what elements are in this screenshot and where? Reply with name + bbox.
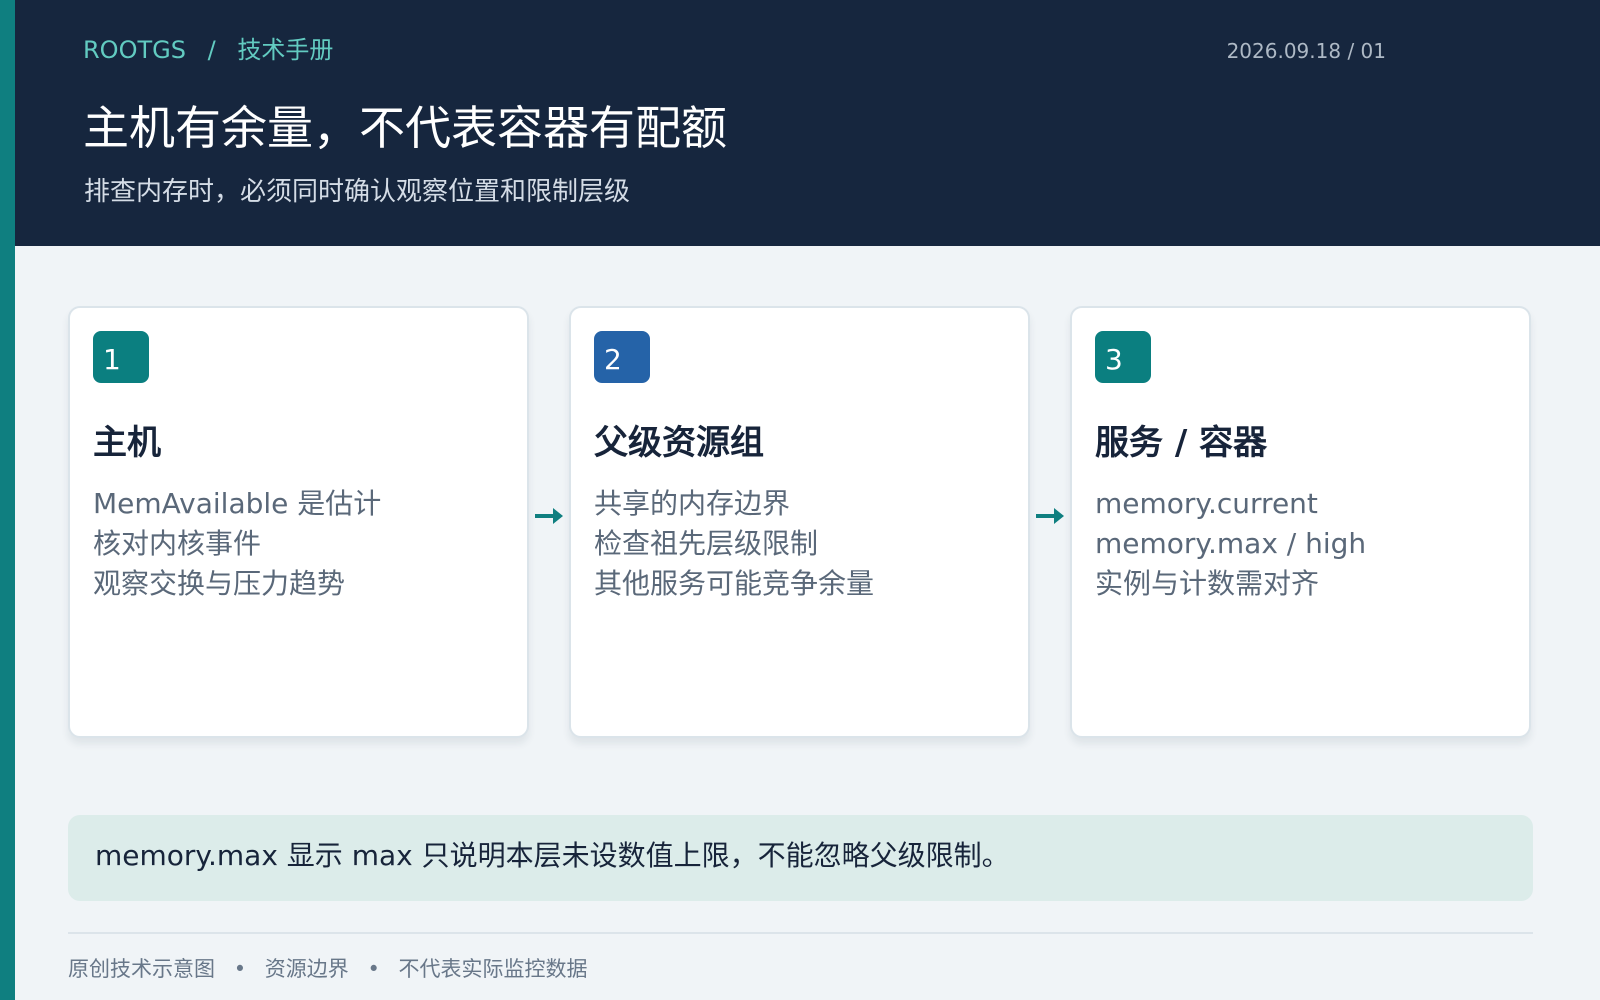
step-badge: 1 — [93, 331, 149, 383]
arrow-right-icon — [1036, 508, 1064, 524]
card-title: 服务 / 容器 — [1095, 423, 1268, 463]
diagram-page: ROOTGS / 技术手册 2026.09.18 / 01 主机有余量，不代表容… — [0, 0, 1600, 1000]
parent-resource-group-card: 2 父级资源组 共享的内存边界 检查祖先层级限制 其他服务可能竞争余量 — [569, 306, 1030, 738]
card-detail-line: 观察交换与压力趋势 — [93, 567, 346, 600]
card-detail-line: 共享的内存边界 — [594, 487, 791, 520]
footer-item: 不代表实际监控数据 — [398, 957, 588, 981]
left-accent-bar — [0, 0, 15, 1000]
card-detail-line: 实例与计数需对齐 — [1095, 567, 1320, 600]
card-detail-list: 共享的内存边界 检查祖先层级限制 其他服务可能竞争余量 — [594, 484, 874, 604]
step-badge: 3 — [1095, 331, 1151, 383]
header-band: ROOTGS / 技术手册 2026.09.18 / 01 主机有余量，不代表容… — [15, 0, 1600, 246]
step-badge: 2 — [594, 331, 650, 383]
card-detail-line: MemAvailable 是估计 — [93, 487, 382, 520]
card-detail-list: memory.current memory.max / high 实例与计数需对… — [1095, 484, 1366, 604]
card-detail-line: memory.max / high — [1095, 527, 1367, 560]
footer-item: 原创技术示意图 — [68, 957, 215, 981]
footer-divider — [68, 932, 1533, 934]
footer-item: 资源边界 — [264, 957, 349, 981]
card-detail-list: MemAvailable 是估计 核对内核事件 观察交换与压力趋势 — [93, 484, 381, 604]
card-detail-line: 核对内核事件 — [93, 527, 262, 560]
breadcrumb-separator: / — [207, 36, 216, 64]
breadcrumb: ROOTGS / 技术手册 — [83, 34, 333, 66]
page-title: 主机有余量，不代表容器有配额 — [83, 101, 727, 155]
breadcrumb-brand: ROOTGS — [83, 36, 186, 64]
footer-separator: • — [367, 957, 380, 981]
card-detail-line: 其他服务可能竞争余量 — [594, 567, 875, 600]
note-text: memory.max 显示 max 只说明本层未设数值上限，不能忽略父级限制。 — [95, 839, 1010, 872]
page-subtitle: 排查内存时，必须同时确认观察位置和限制层级 — [84, 177, 631, 207]
resource-hierarchy-cards: 1 主机 MemAvailable 是估计 核对内核事件 观察交换与压力趋势 2… — [68, 306, 1533, 738]
footer-separator: • — [233, 957, 247, 981]
card-title: 父级资源组 — [594, 423, 764, 463]
breadcrumb-section: 技术手册 — [237, 36, 334, 64]
host-card: 1 主机 MemAvailable 是估计 核对内核事件 观察交换与压力趋势 — [68, 306, 529, 738]
service-container-card: 3 服务 / 容器 memory.current memory.max / hi… — [1070, 306, 1531, 738]
date-page-label: 2026.09.18 / 01 — [1226, 39, 1386, 63]
card-detail-line: memory.current — [1095, 487, 1318, 520]
memory-max-note: memory.max 显示 max 只说明本层未设数值上限，不能忽略父级限制。 — [68, 815, 1533, 901]
card-detail-line: 检查祖先层级限制 — [594, 527, 819, 560]
arrow-right-icon — [535, 508, 563, 524]
card-title: 主机 — [93, 423, 161, 463]
footer: 原创技术示意图 • 资源边界 • 不代表实际监控数据 — [68, 954, 588, 984]
